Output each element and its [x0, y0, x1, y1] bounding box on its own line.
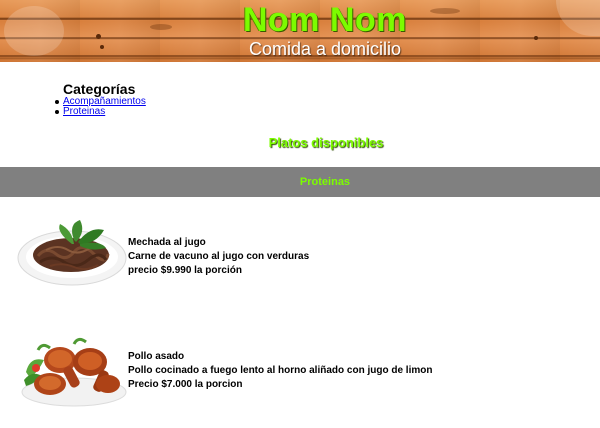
dish-info-pollo: Pollo asado Pollo cocinado a fuego lento… [128, 350, 432, 392]
categories-heading: Categorías [63, 81, 136, 97]
dish-info-mechada: Mechada al jugo Carne de vacuno al jugo … [128, 236, 309, 278]
category-list: Acompañamientos Proteinas [55, 97, 146, 117]
dish-price: precio $9.990 la porción [128, 265, 242, 276]
dish-name: Mechada al jugo [128, 237, 206, 248]
dish-description: Carne de vacuno al jugo con verduras [128, 251, 310, 262]
site-header: Nom Nom Comida a domicilio [0, 0, 600, 62]
dish-description: Pollo cocinado a fuego lento al horno al… [128, 365, 433, 376]
category-link-proteinas[interactable]: Proteinas [63, 106, 105, 117]
site-subtitle: Comida a domicilio [248, 39, 402, 59]
dish-name: Pollo asado [128, 351, 185, 362]
dishes-heading: Platos disponibles [268, 135, 384, 150]
roast-chicken-plate-image [16, 326, 128, 408]
category-item-proteinas: Proteinas [55, 106, 146, 117]
dish-price: Precio $7.000 la porcion [128, 379, 243, 390]
site-title: Nom Nom [242, 1, 408, 39]
section-bar-proteinas: Proteinas [0, 167, 600, 197]
shredded-beef-plate-image [16, 210, 128, 290]
section-label: Proteinas [299, 176, 351, 188]
